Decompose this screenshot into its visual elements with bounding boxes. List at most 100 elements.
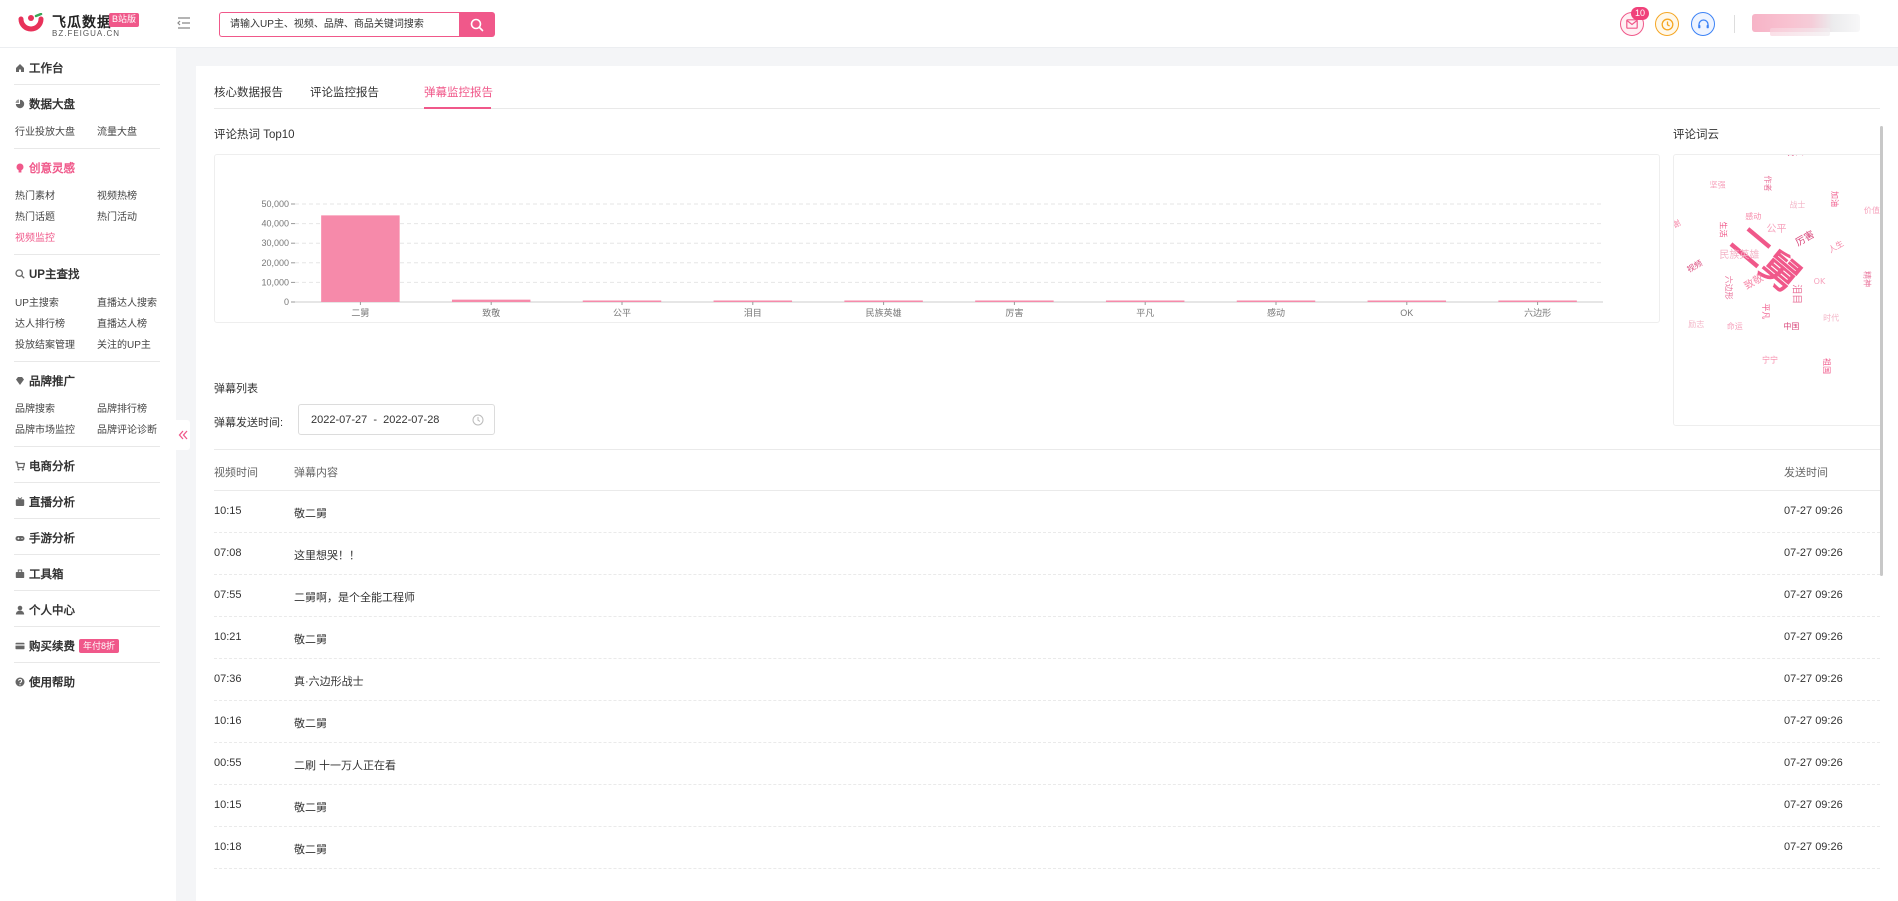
word-cloud-word: 宁宁 [1762, 354, 1778, 364]
word-cloud-word: 战士 [1789, 200, 1805, 210]
word-cloud-word: 价值 [1864, 205, 1880, 215]
menu-toggle-icon[interactable] [176, 15, 192, 31]
word-cloud-word: 人生 [1826, 238, 1845, 255]
bar [1105, 300, 1185, 302]
cell-video-time: 10:15 [214, 505, 242, 517]
word-cloud-word: 视频 [1685, 258, 1704, 275]
logo-subtitle: BZ.FEIGUA.CN [52, 29, 121, 38]
gamepad-icon [15, 536, 25, 541]
cell-content: 敬二舅 [294, 634, 327, 646]
nav-toolbox[interactable]: 工具箱 [15, 566, 64, 582]
main-content: 核心数据报告 评论监控报告 弹幕监控报告 评论热词 Top10 评论词云 0 10… [196, 66, 1898, 901]
nav-item-traffic-dashboard[interactable]: 流量大盘 [97, 123, 137, 138]
user-icon [15, 605, 25, 615]
tab-comment-monitor-report[interactable]: 评论监控报告 [310, 84, 379, 100]
nav-item-video-monitor[interactable]: 视频监控 [15, 229, 55, 244]
cell-video-time: 07:08 [214, 547, 242, 559]
nav-item-campaign-management[interactable]: 投放结案管理 [15, 336, 75, 351]
nav-item-hot-activities[interactable]: 热门活动 [97, 208, 137, 223]
nav-up-finder[interactable]: UP主查找 [15, 266, 79, 282]
collapse-sidebar-button[interactable] [176, 420, 190, 450]
top-header: 飞瓜数据 B站版 BZ.FEIGUA.CN 10 [0, 0, 1898, 48]
nav-item-brand-ranking[interactable]: 品牌排行榜 [97, 400, 147, 415]
word-cloud-word: 感谢 [1674, 217, 1682, 234]
tab-core-data-report[interactable]: 核心数据报告 [214, 84, 283, 100]
date-range-picker[interactable]: 2022-07-27 - 2022-07-28 [298, 404, 495, 435]
word-cloud-title: 评论词云 [1673, 129, 1719, 141]
cell-video-time: 00:55 [214, 757, 242, 769]
word-cloud-word: 六边形 [1724, 276, 1734, 300]
word-cloud-word: 厉害 [1793, 228, 1817, 249]
nav-item-followed-up[interactable]: 关注的UP主 [97, 336, 151, 351]
double-chevron-left-icon [178, 430, 188, 440]
history-button[interactable] [1655, 12, 1679, 36]
nav-purchase-renew[interactable]: 购买续费 年付8折 [15, 638, 120, 654]
help-icon [15, 677, 25, 687]
cell-content: 敬二舅 [294, 718, 327, 730]
cell-video-time: 10:18 [214, 841, 242, 853]
cart-icon [15, 461, 25, 471]
cell-content: 二舅啊，是个全能工程师 [294, 592, 415, 604]
nav-divider [14, 254, 160, 255]
nav-brand-promotion[interactable]: 品牌推广 [15, 373, 75, 389]
nav-item-up-search[interactable]: UP主搜索 [15, 294, 59, 309]
cell-video-time: 07:55 [214, 589, 242, 601]
nav-item-video-ranking[interactable]: 视频热榜 [97, 187, 137, 202]
search-input[interactable] [219, 12, 459, 37]
nav-item-hot-materials[interactable]: 热门素材 [15, 187, 55, 202]
nav-item-brand-search[interactable]: 品牌搜索 [15, 400, 55, 415]
table-row: 07:36 真·六边形战士 07-27 09:26 [214, 659, 1880, 701]
word-cloud-word: 祖国 [1822, 358, 1832, 374]
nav-item-live-talent-ranking[interactable]: 直播达人榜 [97, 315, 147, 330]
y-tick-label: 50,000 [261, 199, 289, 209]
x-tick-label: 感动 [1267, 307, 1285, 318]
y-tick-label: 20,000 [261, 258, 289, 268]
bar [582, 300, 662, 302]
y-tick-label: 30,000 [261, 238, 289, 248]
nav-divider [14, 590, 160, 591]
support-button[interactable] [1691, 12, 1715, 36]
search-icon [470, 18, 484, 31]
word-cloud-word: 精神 [1862, 271, 1872, 287]
word-cloud-word: 时代 [1823, 312, 1839, 322]
cell-video-time: 10:16 [214, 715, 242, 727]
nav-workbench[interactable]: 工作台 [15, 60, 64, 76]
nav-personal-center[interactable]: 个人中心 [15, 602, 75, 618]
nav-help[interactable]: 使用帮助 [15, 674, 75, 690]
word-cloud: 二舅 致敬 公平 泪目 民族英雄 厉害 平凡 感动 OK 六边形 战士 中国 生活 人生 命运 作者 时代 视频加… [1673, 154, 1883, 426]
logo[interactable]: 飞瓜数据 B站版 BZ.FEIGUA.CN [18, 11, 148, 39]
nav-item-live-talent-search[interactable]: 直播达人搜索 [97, 294, 157, 309]
word-cloud-word: 泪目 [1790, 284, 1803, 304]
cell-content: 二刷 十一万人正在看 [294, 760, 397, 772]
cell-send-time: 07-27 09:26 [1784, 715, 1843, 727]
x-tick-label: 泪目 [744, 307, 762, 318]
nav-mobile-game-analysis[interactable]: 手游分析 [15, 530, 75, 546]
nav-live-analysis[interactable]: 直播分析 [15, 494, 75, 510]
user-account-detail-blurred [1770, 28, 1830, 36]
cell-video-time: 10:21 [214, 631, 242, 643]
content-scrollbar[interactable] [1880, 126, 1883, 576]
cell-send-time: 07-27 09:26 [1784, 631, 1843, 643]
nav-item-hot-topics[interactable]: 热门话题 [15, 208, 55, 223]
nav-item-brand-comment-diagnosis[interactable]: 品牌评论诊断 [97, 421, 157, 436]
y-tick-label: 10,000 [261, 277, 289, 287]
logo-badge: B站版 [109, 13, 140, 27]
nav-item-talent-ranking[interactable]: 达人排行榜 [15, 315, 65, 330]
x-tick-label: 平凡 [1136, 308, 1154, 318]
nav-data-dashboard[interactable]: 数据大盘 [15, 96, 75, 112]
col-header-content: 弹幕内容 [294, 467, 338, 479]
report-tabs: 核心数据报告 评论监控报告 弹幕监控报告 [214, 66, 1880, 109]
nav-divider [14, 662, 160, 663]
word-cloud-svg: 二舅致敬公平泪目民族英雄厉害平凡感动OK六边形战士中国生活人生命运作者时代视频加… [1674, 155, 1880, 374]
y-tick-label: 0 [284, 297, 289, 307]
nav-divider [14, 148, 160, 149]
tab-danmaku-monitor-report[interactable]: 弹幕监控报告 [424, 84, 493, 100]
word-cloud-word: 中国 [1783, 321, 1799, 331]
cell-content: 敬二舅 [294, 844, 327, 856]
search-button[interactable] [459, 12, 495, 37]
nav-ecommerce-analysis[interactable]: 电商分析 [15, 458, 75, 474]
nav-item-brand-market-monitor[interactable]: 品牌市场监控 [15, 421, 75, 436]
nav-item-industry-dashboard[interactable]: 行业投放大盘 [15, 123, 75, 138]
nav-divider [14, 361, 160, 362]
nav-creative-inspiration[interactable]: 创意灵感 [15, 160, 75, 176]
